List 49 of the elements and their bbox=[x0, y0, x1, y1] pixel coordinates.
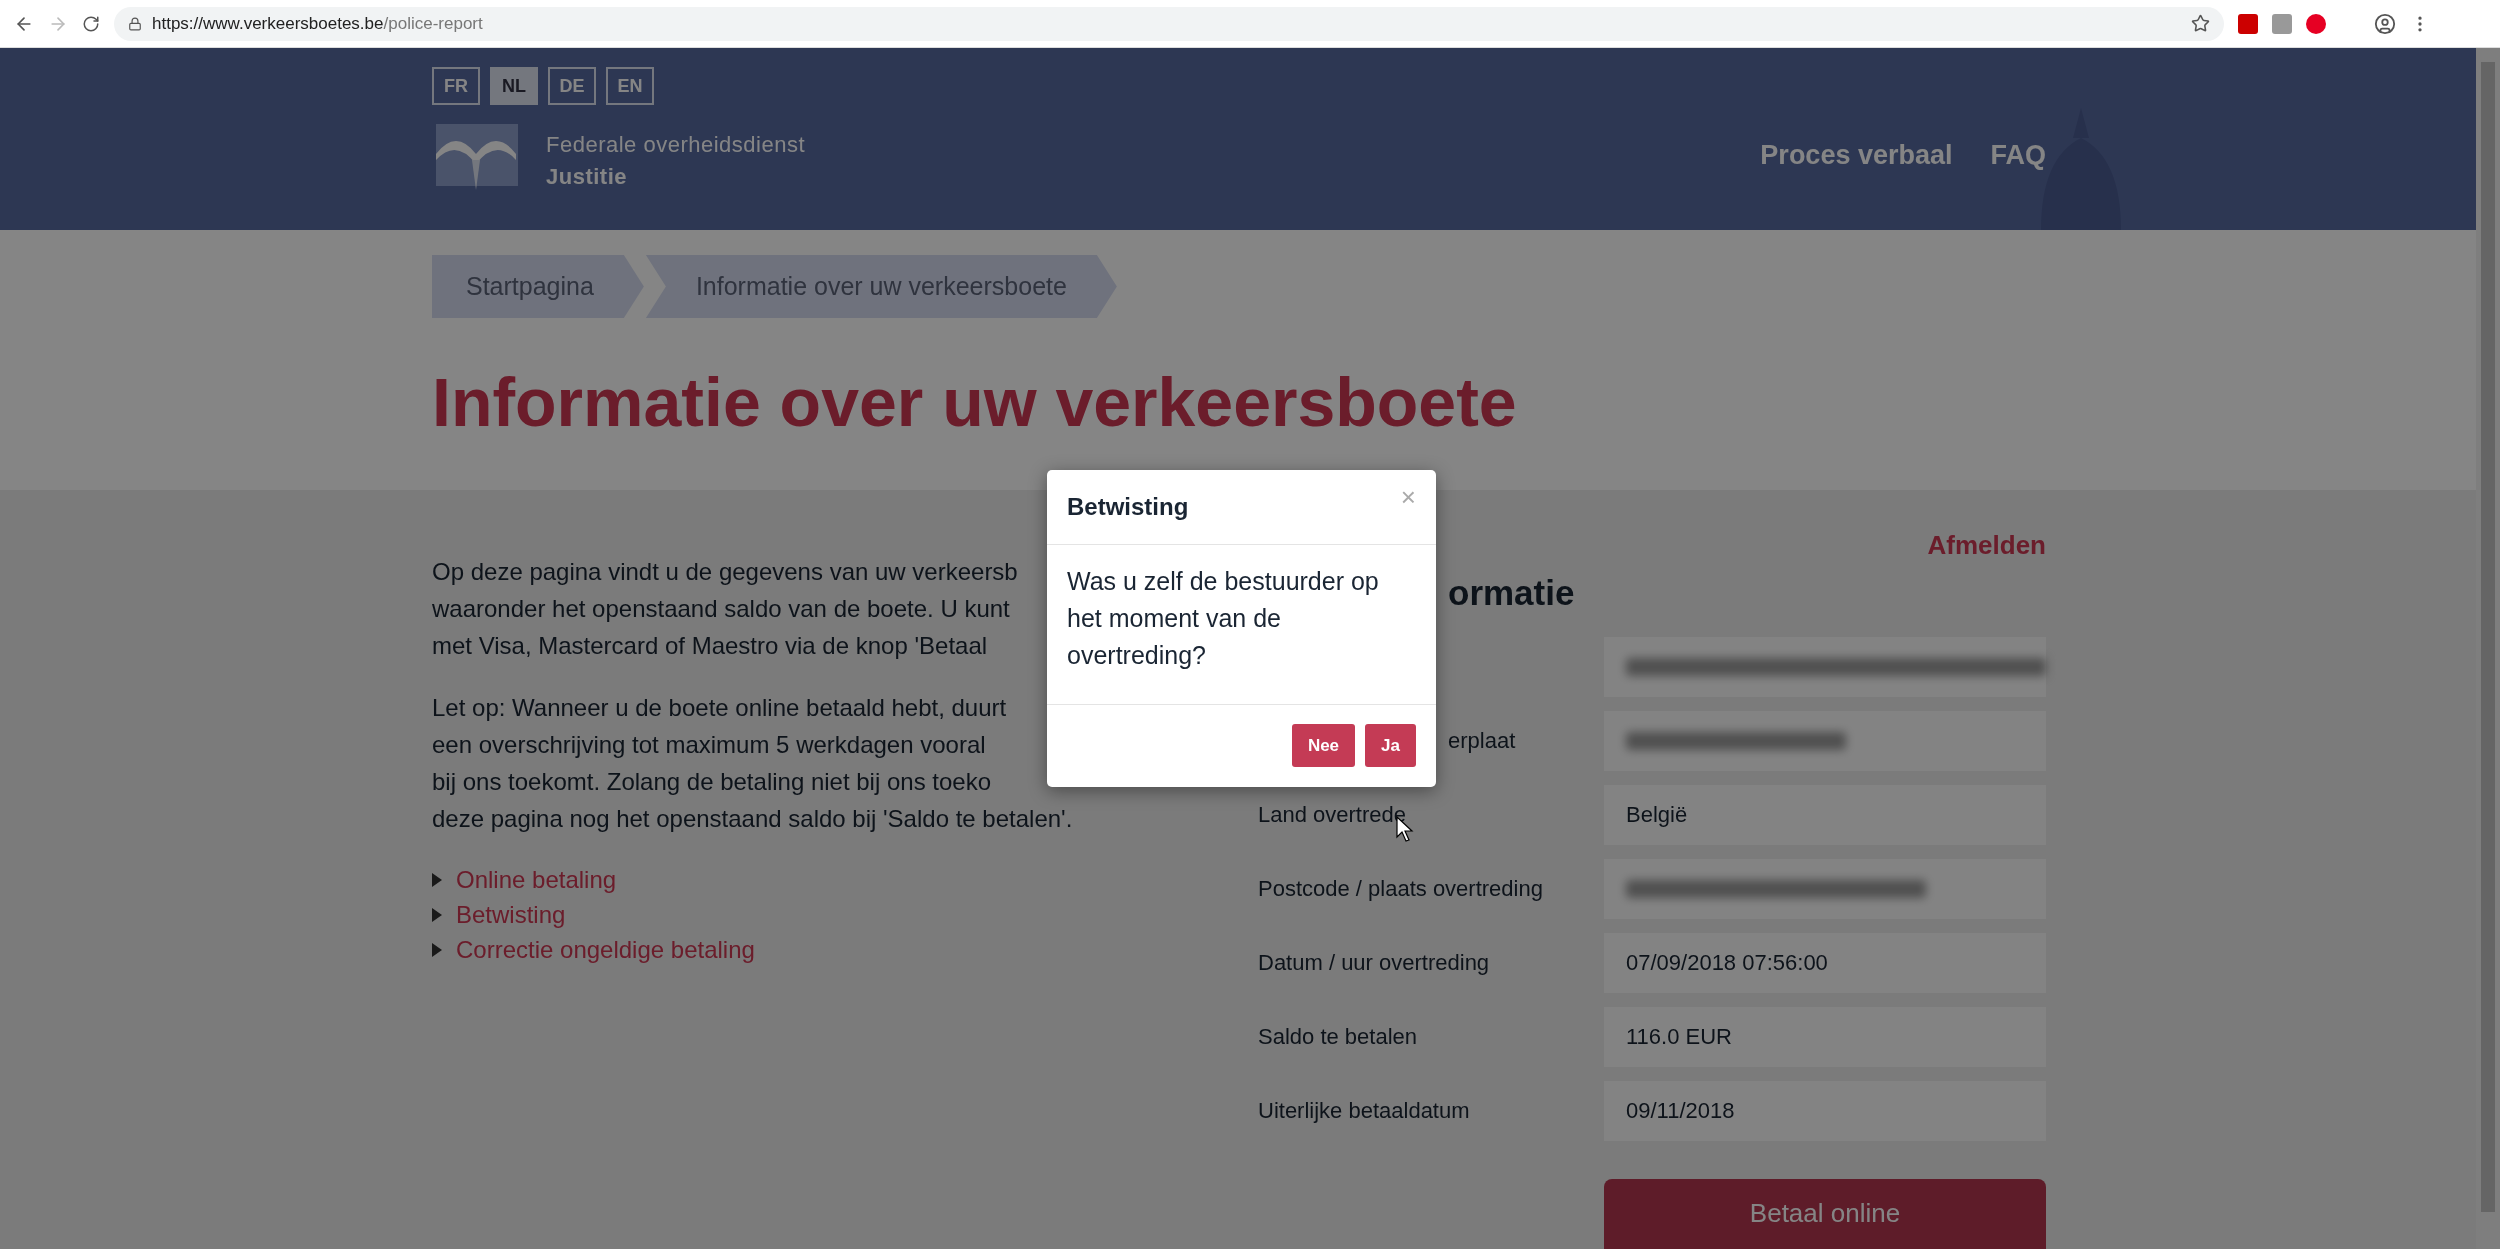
account-icon[interactable] bbox=[2374, 12, 2396, 35]
scrollbar[interactable] bbox=[2476, 48, 2500, 1249]
breadcrumb-item[interactable]: Startpagina bbox=[432, 255, 644, 318]
star-icon[interactable] bbox=[2191, 14, 2210, 33]
paragraph-line: deze pagina nog het openstaand saldo bij 'Saldo te betalen'. bbox=[432, 804, 1073, 834]
language-button[interactable]: EN bbox=[606, 67, 654, 105]
field-value: 116.0 EUR bbox=[1604, 1007, 2046, 1067]
paragraph-line: bij ons toekomt. Zolang de betaling niet bij ons toeko bbox=[432, 767, 992, 797]
page-title: Informatie over uw verkeersboete bbox=[432, 366, 1518, 438]
url-text: https://www.verkeersboetes.be/police-report bbox=[152, 13, 483, 34]
language-button[interactable]: NL bbox=[490, 67, 538, 105]
address-bar[interactable]: https://www.verkeersboetes.be/police-report bbox=[114, 6, 2224, 41]
field-label: erplaat bbox=[1448, 728, 1516, 753]
field-value: 07/09/2018 07:56:00 bbox=[1604, 933, 2046, 993]
paragraph-line: Op deze pagina vindt u de gegevens van uw verkeersb bbox=[432, 557, 1018, 587]
pay-online-button[interactable]: Betaal online bbox=[1604, 1179, 2046, 1249]
paragraph-line: een overschrijving tot maximum 5 werkdagen vooral bbox=[432, 730, 986, 760]
extension-icon[interactable] bbox=[2272, 13, 2292, 34]
dialog-button[interactable]: Ja bbox=[1365, 724, 1416, 767]
extension-icon[interactable] bbox=[2238, 13, 2258, 34]
field-label: Datum / uur overtreding bbox=[1258, 950, 1490, 975]
dialog-button[interactable]: Nee bbox=[1291, 724, 1356, 767]
nav-link[interactable]: Proces verbaal bbox=[1760, 140, 1953, 171]
toggle-link[interactable]: Correctie ongeldige betaling bbox=[456, 935, 755, 964]
nav-link[interactable]: FAQ bbox=[1990, 140, 2046, 171]
paragraph-line: Let op: Wanneer u de boete online betaald hebt, duurt bbox=[432, 693, 1007, 723]
toggle-link[interactable]: Online betaling bbox=[456, 865, 617, 894]
field-value: 09/11/2018 bbox=[1604, 1081, 2046, 1141]
field-value: België bbox=[1604, 785, 2046, 845]
close-button[interactable]: × bbox=[1400, 482, 1416, 513]
field-label: Saldo te betalen bbox=[1258, 1024, 1418, 1049]
paragraph-line: waaronder het openstaand saldo van de boete. U kunt bbox=[432, 594, 1010, 624]
field-label: Land overtrede bbox=[1258, 802, 1406, 827]
breadcrumb-item[interactable]: Informatie over uw verkeersboete bbox=[645, 255, 1117, 318]
dialog-title: Betwisting bbox=[1067, 493, 1189, 521]
paragraph-line: met Visa, Mastercard of Maestro via de knop 'Betaal bbox=[432, 631, 988, 661]
reload-icon[interactable] bbox=[82, 14, 100, 33]
extension-icon[interactable] bbox=[2306, 13, 2326, 34]
field-label: Postcode / plaats overtreding bbox=[1258, 876, 1543, 901]
lock-icon bbox=[128, 16, 142, 31]
language-button[interactable]: FR bbox=[432, 67, 480, 105]
field-label: Uiterlijke betaaldatum bbox=[1258, 1098, 1470, 1123]
logo-text: Federale overheidsdienst bbox=[546, 132, 806, 158]
logout-link[interactable]: Afmelden bbox=[1927, 530, 2046, 561]
language-button[interactable]: DE bbox=[548, 67, 596, 105]
dialog-question: Was u zelf de bestuurder op het moment van de overtreding? bbox=[1047, 545, 1436, 705]
toggle-link[interactable]: Betwisting bbox=[456, 900, 566, 929]
section-heading: ormatie bbox=[1448, 573, 1576, 614]
logo-text: Justitie bbox=[546, 164, 629, 190]
